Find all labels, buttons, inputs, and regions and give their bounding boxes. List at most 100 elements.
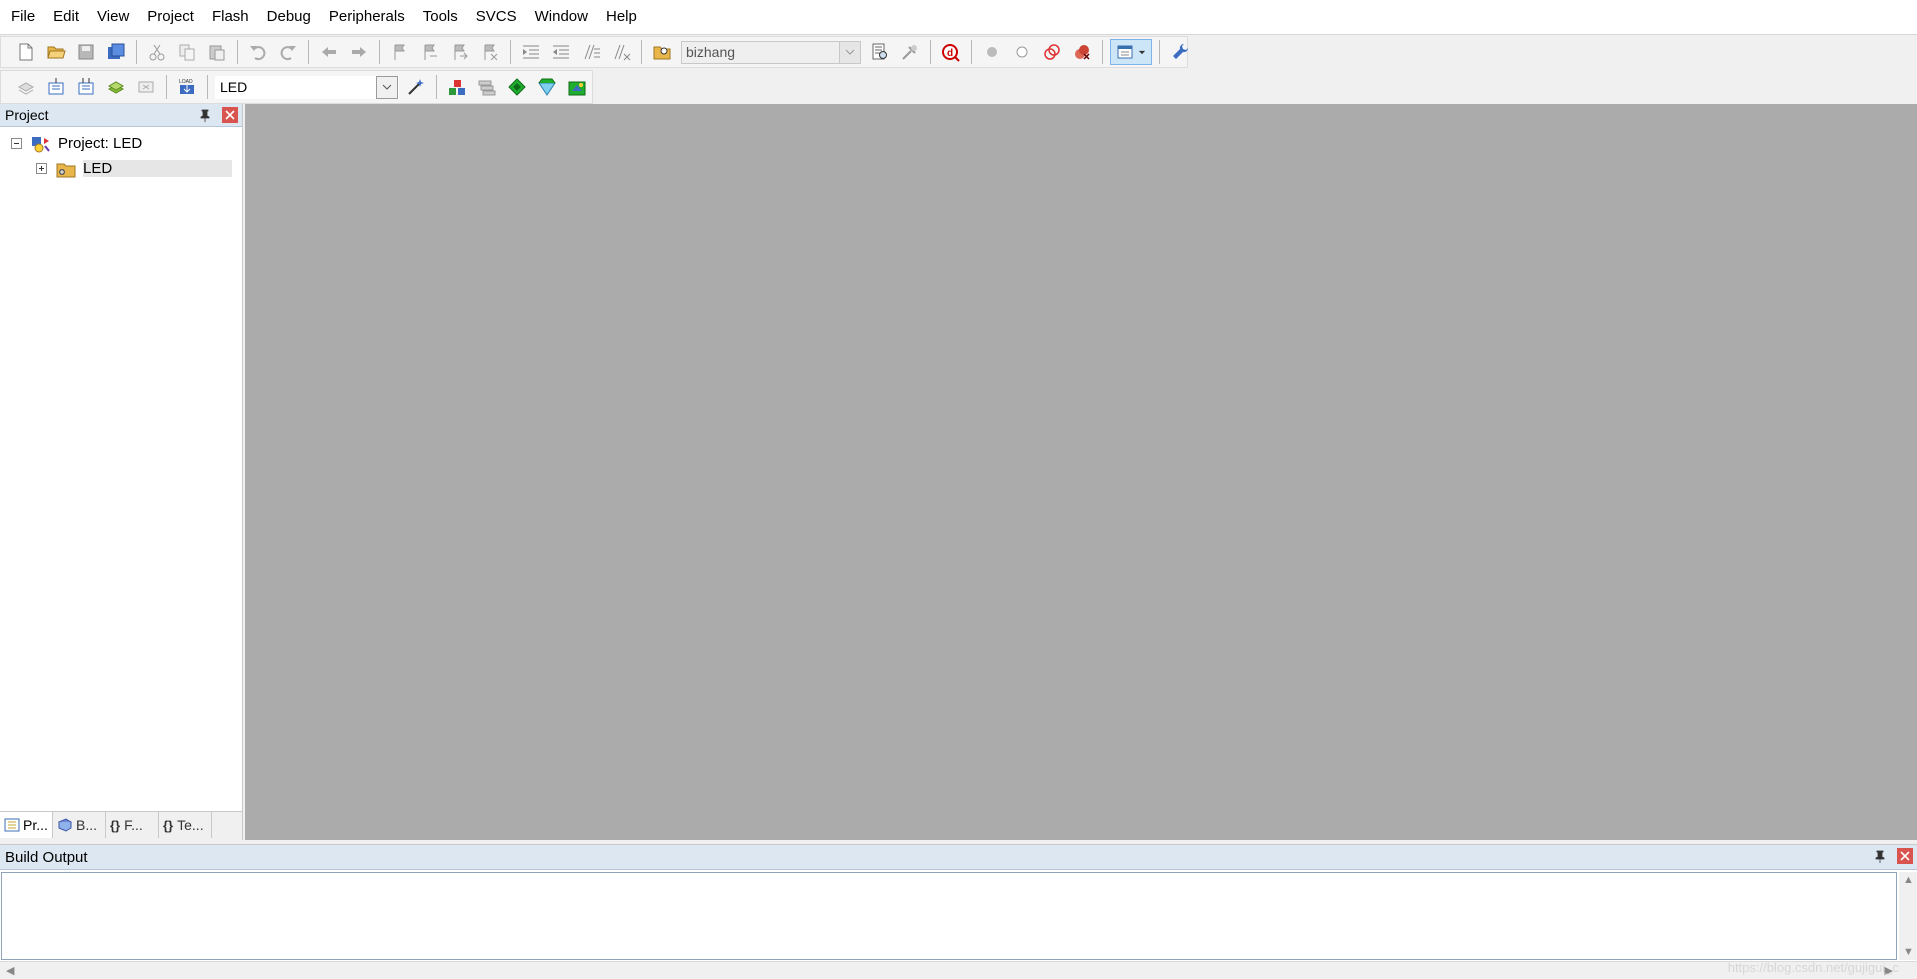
pin-icon[interactable] [198, 108, 212, 122]
cut-button[interactable] [144, 39, 170, 65]
menu-debug[interactable]: Debug [258, 0, 320, 34]
arrow-right-icon [352, 47, 366, 57]
incremental-find-icon [902, 45, 917, 60]
software-packs-icon [568, 81, 586, 96]
pin-icon[interactable] [1873, 849, 1887, 863]
redo-button[interactable] [275, 39, 301, 65]
next-bookmark-button[interactable] [447, 39, 473, 65]
bookmark-clear-icon [484, 44, 498, 61]
manage-project-items-button[interactable] [444, 74, 470, 100]
target-select[interactable]: LED [215, 75, 399, 99]
configure-button[interactable] [1167, 39, 1193, 65]
disable-all-breakpoints-button[interactable] [1039, 39, 1065, 65]
collapse-toggle[interactable] [11, 138, 22, 149]
build-output-text[interactable] [1, 872, 1897, 960]
debug-session-button[interactable]: d [938, 39, 964, 65]
target-options-button[interactable] [403, 74, 429, 100]
find-button[interactable] [867, 39, 893, 65]
editor-area[interactable] [245, 104, 1917, 840]
menu-tools[interactable]: Tools [414, 0, 467, 34]
disable-breakpoint-button[interactable] [1009, 39, 1035, 65]
menu-peripherals[interactable]: Peripherals [320, 0, 414, 34]
plus-icon [39, 166, 44, 171]
scroll-up-icon[interactable]: ▲ [1903, 874, 1914, 886]
build-output-horizontal-scrollbar[interactable]: ◀ ▶ [0, 961, 1917, 979]
cut-icon [149, 44, 165, 61]
scroll-down-icon[interactable]: ▼ [1903, 946, 1914, 958]
tab-templates[interactable]: {} Te... [159, 812, 212, 838]
build-output-header: Build Output [0, 845, 1917, 870]
stop-build-icon [138, 81, 154, 93]
menu-file[interactable]: File [0, 0, 44, 34]
menu-edit[interactable]: Edit [44, 0, 88, 34]
batch-build-button[interactable] [103, 74, 129, 100]
project-items-icon [449, 80, 465, 95]
select-packs-button[interactable] [474, 74, 500, 100]
save-all-button[interactable] [103, 39, 129, 65]
navigate-back-button[interactable] [316, 39, 342, 65]
batch-build-icon [107, 81, 125, 94]
target-select-dropdown[interactable] [376, 75, 398, 99]
save-button[interactable] [73, 39, 99, 65]
copy-button[interactable] [174, 39, 200, 65]
build-output-close-button[interactable] [1897, 848, 1913, 864]
translate-button[interactable] [13, 74, 39, 100]
software-packs-button[interactable] [564, 74, 590, 100]
scroll-left-icon[interactable]: ◀ [6, 964, 14, 977]
watermark: https://blog.csdn.net/gujigui_c [1727, 960, 1899, 975]
undo-button[interactable] [245, 39, 271, 65]
comment-button[interactable] [578, 39, 604, 65]
previous-bookmark-button[interactable] [417, 39, 443, 65]
menu-help[interactable]: Help [597, 0, 646, 34]
toolbar-separator [971, 40, 972, 64]
download-button[interactable]: LOAD [174, 74, 200, 100]
kill-all-breakpoints-button[interactable] [1069, 39, 1095, 65]
pack-installer-button[interactable] [534, 74, 560, 100]
build-output-vertical-scrollbar[interactable]: ▲ ▼ [1899, 872, 1917, 960]
insert-bookmark-button[interactable] [387, 39, 413, 65]
braces-icon: {} [110, 817, 121, 833]
tree-item-target[interactable]: LED [0, 156, 242, 181]
disable-all-breakpoints-icon [1044, 44, 1060, 60]
clear-bookmarks-button[interactable] [477, 39, 503, 65]
paste-button[interactable] [204, 39, 230, 65]
tree-item-project-root[interactable]: Project: LED [0, 131, 242, 156]
menu-bar: File Edit View Project Flash Debug Perip… [0, 0, 1917, 35]
tab-books[interactable]: B... [53, 812, 106, 838]
copy-icon [179, 44, 195, 61]
toolbar-separator [166, 75, 167, 99]
menu-svcs[interactable]: SVCS [467, 0, 526, 34]
find-combo-dropdown[interactable] [839, 41, 860, 63]
menu-project[interactable]: Project [138, 0, 203, 34]
translate-icon [17, 82, 35, 95]
new-file-button[interactable] [13, 39, 39, 65]
menu-flash[interactable]: Flash [203, 0, 258, 34]
expand-toggle[interactable] [36, 163, 47, 174]
tab-functions[interactable]: {} F... [106, 812, 159, 838]
build-button[interactable] [43, 74, 69, 100]
find-combo[interactable]: bizhang [681, 40, 861, 64]
packs-icon [478, 80, 496, 96]
project-panel-close-button[interactable] [222, 107, 238, 123]
build-output-panel: Build Output ▲ ▼ ◀ ▶ https://blog.csdn.n… [0, 844, 1917, 979]
open-folder-icon [47, 46, 66, 59]
tab-project[interactable]: Pr... [0, 812, 53, 838]
incremental-find-button[interactable] [897, 39, 923, 65]
build-output-title: Build Output [5, 848, 88, 866]
stop-build-button[interactable] [133, 74, 159, 100]
window-layout-button[interactable] [1110, 39, 1152, 65]
find-in-files-button[interactable] [649, 39, 675, 65]
open-file-button[interactable] [43, 39, 69, 65]
tab-books-label: B... [76, 817, 98, 833]
menu-view[interactable]: View [88, 0, 138, 34]
navigate-forward-button[interactable] [346, 39, 372, 65]
menu-window[interactable]: Window [526, 0, 597, 34]
rebuild-button[interactable] [73, 74, 99, 100]
indent-button[interactable] [518, 39, 544, 65]
uncomment-icon [614, 44, 631, 61]
project-root-label: Project: LED [58, 135, 143, 152]
manage-rte-button[interactable] [504, 74, 530, 100]
insert-breakpoint-button[interactable] [979, 39, 1005, 65]
uncomment-button[interactable] [608, 39, 634, 65]
unindent-button[interactable] [548, 39, 574, 65]
